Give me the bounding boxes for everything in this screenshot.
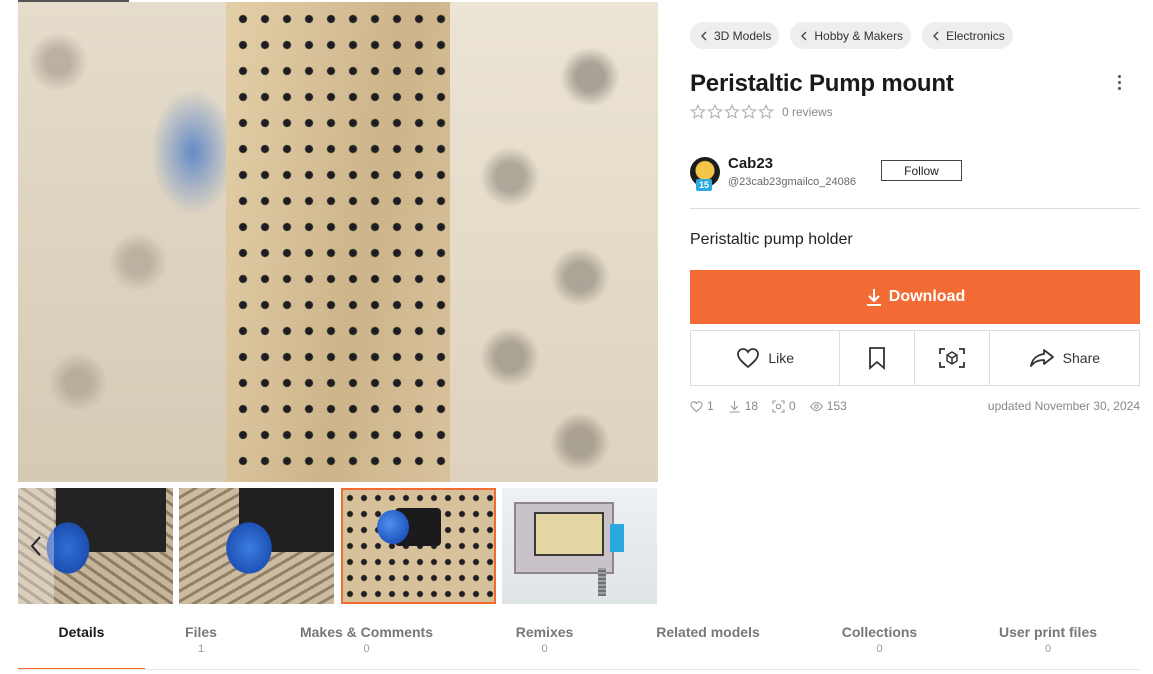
chevron-left-icon <box>30 536 41 556</box>
share-button[interactable]: Share <box>990 331 1139 385</box>
tab-makes-comments[interactable]: Makes & Comments 0 <box>257 624 476 670</box>
author-name[interactable]: Cab23 <box>728 155 856 172</box>
download-icon <box>866 289 881 306</box>
kebab-menu-icon[interactable] <box>1108 70 1130 94</box>
chevron-left-icon <box>801 31 807 40</box>
divider <box>690 208 1140 209</box>
updated-date: updated November 30, 2024 <box>987 399 1140 413</box>
star-outline-icon <box>724 104 740 119</box>
star-outline-icon <box>690 104 706 119</box>
ar-view-button[interactable] <box>915 331 990 385</box>
thumbnail-4[interactable] <box>502 488 657 604</box>
ar-view-icon <box>772 399 785 413</box>
thumbnail-pump-head <box>377 510 409 544</box>
heart-icon <box>690 400 703 412</box>
model-summary: Peristaltic pump holder <box>690 231 853 248</box>
breadcrumb-label: 3D Models <box>714 28 772 43</box>
eye-icon <box>809 401 823 411</box>
likes-stat: 1 <box>690 399 714 413</box>
views-stat: 153 <box>809 399 847 413</box>
thumbnail-prev-button[interactable] <box>18 488 54 604</box>
like-button[interactable]: Like <box>691 331 841 385</box>
reviews-count: 0 reviews <box>782 105 833 119</box>
ar-views-stat: 0 <box>772 399 796 413</box>
likes-count: 1 <box>707 399 714 413</box>
star-rating <box>690 104 774 120</box>
tab-files[interactable]: Files 1 <box>145 624 257 670</box>
star-outline-icon <box>707 104 723 119</box>
heart-icon <box>737 348 760 369</box>
render-screw <box>598 568 606 596</box>
render-clip <box>610 524 624 552</box>
follow-button[interactable]: Follow <box>881 160 962 181</box>
render-block <box>534 512 604 556</box>
download-label: Download <box>888 288 966 305</box>
avatar[interactable]: 15 <box>690 156 720 191</box>
thumbnail-3-selected[interactable] <box>341 488 496 604</box>
author-level-badge: 15 <box>696 178 712 191</box>
views-count: 153 <box>826 399 847 413</box>
bookmark-icon <box>869 347 886 370</box>
downloads-stat: 18 <box>728 399 758 413</box>
main-model-image[interactable] <box>18 2 658 482</box>
breadcrumb-chip-3d-models[interactable]: 3D Models <box>690 22 780 49</box>
tab-collections[interactable]: Collections 0 <box>803 624 956 670</box>
downloads-count: 18 <box>744 399 759 413</box>
main-image-blur-right <box>450 2 658 482</box>
star-outline-icon <box>758 104 774 119</box>
model-title: Peristaltic Pump mount <box>690 70 954 97</box>
stats-row: 1 18 0 153 <box>690 399 847 413</box>
main-image-pegboard <box>226 2 580 482</box>
share-icon <box>1029 349 1054 367</box>
author-handle: @23cab23gmailco_24086 <box>728 176 856 188</box>
details-tabs: Details Files 1 Makes & Comments 0 Remix… <box>18 624 1140 670</box>
tab-details[interactable]: Details <box>18 624 145 670</box>
like-label: Like <box>768 350 794 366</box>
download-icon <box>729 400 740 413</box>
author-block[interactable]: 15 Cab23 @23cab23gmailco_24086 <box>690 155 856 191</box>
share-label: Share <box>1062 350 1101 366</box>
tab-related-models[interactable]: Related models <box>613 624 803 670</box>
breadcrumb: 3D Models Hobby & Makers Electronics <box>690 22 1013 49</box>
tab-user-print-files[interactable]: User print files 0 <box>956 624 1140 670</box>
ar-view-icon <box>938 348 965 368</box>
thumbnail-strip <box>18 488 658 604</box>
download-button[interactable]: Download <box>690 270 1140 324</box>
star-outline-icon <box>741 104 757 119</box>
action-bar: Like Share <box>690 330 1140 386</box>
breadcrumb-chip-electronics[interactable]: Electronics <box>922 22 1013 49</box>
rating-row[interactable]: 0 reviews <box>690 104 833 120</box>
ar-views-count: 0 <box>789 399 796 413</box>
breadcrumb-chip-hobby-makers[interactable]: Hobby & Makers <box>790 22 912 49</box>
breadcrumb-label: Hobby & Makers <box>814 28 904 43</box>
bookmark-button[interactable] <box>840 331 915 385</box>
breadcrumb-label: Electronics <box>946 28 1005 43</box>
main-image-blur-left <box>18 2 226 482</box>
tabs-underline <box>18 669 1140 670</box>
chevron-left-icon <box>701 31 707 40</box>
chevron-left-icon <box>933 31 939 40</box>
tab-remixes[interactable]: Remixes 0 <box>476 624 613 670</box>
thumbnail-2[interactable] <box>179 488 334 604</box>
